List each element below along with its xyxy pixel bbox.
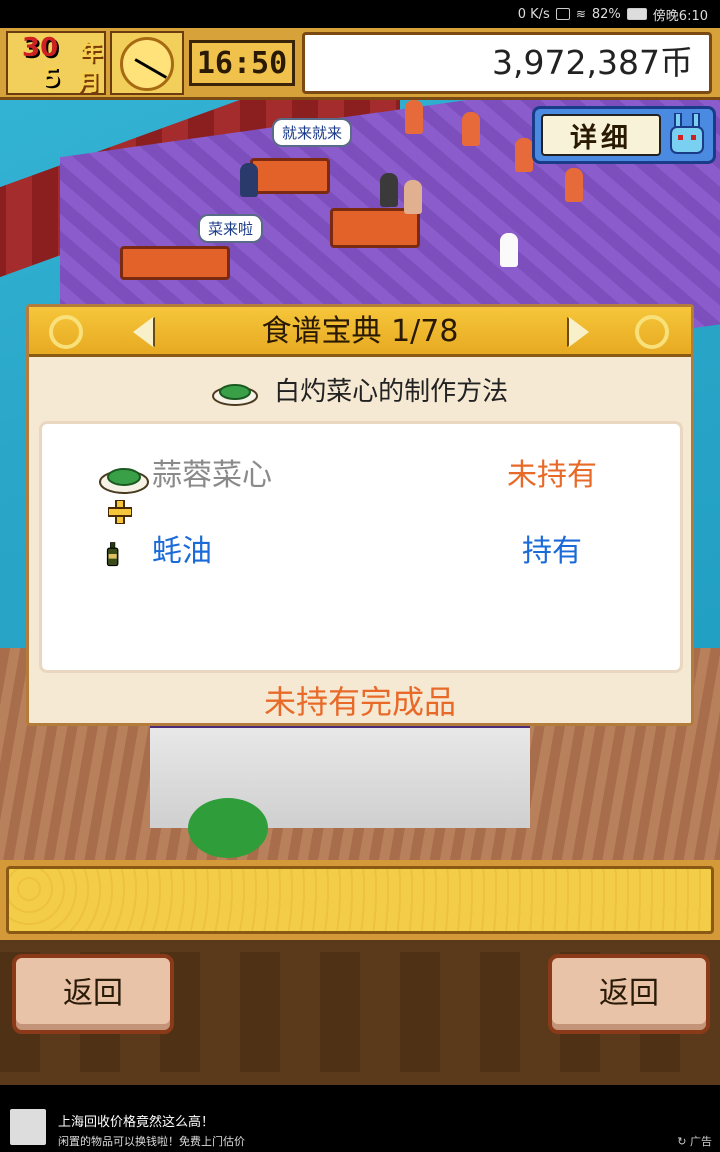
detail-button-label: 详细 [541, 114, 661, 156]
vibrate-icon [555, 8, 570, 20]
ingredient-name: 蚝油 [152, 534, 212, 569]
dining-table [120, 246, 230, 280]
info-panel-inner [6, 866, 714, 934]
dining-table [250, 158, 330, 194]
ingredient-row: 蚝油 持有 [42, 528, 682, 578]
dish-icon [99, 468, 149, 494]
rabbit-mascot-icon [670, 113, 704, 154]
previous-recipe-arrow-icon[interactable] [133, 317, 153, 347]
customer-figure [240, 163, 258, 197]
chef-figure [500, 233, 518, 267]
speech-bubble: 就来就来 [272, 118, 353, 147]
bottle-icon [106, 542, 119, 567]
date-panel: 30 年 5 月 [6, 31, 106, 96]
clock-icon [120, 37, 174, 91]
dish-title: 白灼菜心的制作方法 [274, 377, 509, 407]
date-day: 30 [22, 33, 59, 63]
mermaid-figure [462, 112, 480, 146]
recipe-dialog: 食谱宝典 1/78 白灼菜心的制作方法 蒜蓉菜心 未持有 蚝油 持有 未持有完成… [26, 304, 694, 726]
bottom-menu: 返回 返回 [0, 940, 720, 1085]
ingredient-status: 未持有 [507, 458, 597, 493]
info-panel [0, 860, 720, 940]
dining-table [330, 208, 420, 248]
battery-icon [626, 8, 647, 20]
mermaid-figure [565, 168, 583, 202]
recipe-footer-status: 未持有完成品 [263, 683, 456, 721]
refresh-icon: ↻ [677, 1135, 687, 1148]
battery-percent: 82% [591, 6, 621, 22]
top-hud: 30 年 5 月 16:50 3,972,387币 [0, 28, 720, 100]
ingredient-list: 蒜蓉菜心 未持有 蚝油 持有 [39, 421, 683, 673]
clock: 傍晚6:10 [652, 8, 708, 24]
ingredient-row: 蒜蓉菜心 未持有 [42, 452, 682, 502]
recipe-dialog-header: 食谱宝典 1/78 [29, 307, 691, 357]
recipe-dialog-title: 食谱宝典 1/78 [261, 314, 459, 349]
clock-hand-minute [148, 66, 168, 79]
clock-panel [110, 31, 184, 95]
ad-banner[interactable]: 上海回收价格竟然这么高！ 闲置的物品可以换钱啦！免费上门估价 ↻ 广告 [0, 1085, 720, 1152]
clock-hand-hour [134, 58, 150, 69]
ad-thumbnail [10, 1109, 46, 1145]
detail-button[interactable]: 详细 [532, 106, 716, 164]
dish-icon [211, 383, 258, 406]
date-day-unit: 年 [80, 41, 103, 66]
wifi-icon: ≋ [575, 7, 586, 21]
money-display: 3,972,387币 [302, 32, 712, 94]
mermaid-figure [405, 100, 423, 134]
ingredient-name: 蒜蓉菜心 [152, 458, 272, 493]
back-button-left[interactable]: 返回 [12, 954, 174, 1034]
game-time: 16:50 [189, 40, 295, 86]
plus-icon [108, 500, 132, 524]
customer-figure [380, 173, 398, 207]
ingredient-status: 持有 [522, 534, 582, 569]
date-month: 5 [42, 63, 61, 93]
customer-figure [404, 180, 422, 214]
dish-title-row: 白灼菜心的制作方法 [29, 371, 691, 408]
date-month-unit: 月 [78, 71, 101, 96]
mermaid-figure [515, 138, 533, 172]
ad-tag-label: 广告 [690, 1135, 712, 1148]
back-button-right[interactable]: 返回 [548, 954, 710, 1034]
ad-subtitle: 闲置的物品可以换钱啦！免费上门估价 [58, 1135, 245, 1148]
speech-bubble: 菜来啦 [198, 214, 264, 243]
net-speed: 0 K/s [517, 6, 550, 22]
ad-title: 上海回收价格竟然这么高！ [58, 1115, 215, 1130]
next-recipe-arrow-icon[interactable] [569, 317, 589, 347]
status-bar: 0 K/s ≋ 82% 傍晚6:10 [0, 0, 720, 28]
ad-tag: ↻ 广告 [677, 1133, 712, 1149]
tree [188, 798, 268, 858]
